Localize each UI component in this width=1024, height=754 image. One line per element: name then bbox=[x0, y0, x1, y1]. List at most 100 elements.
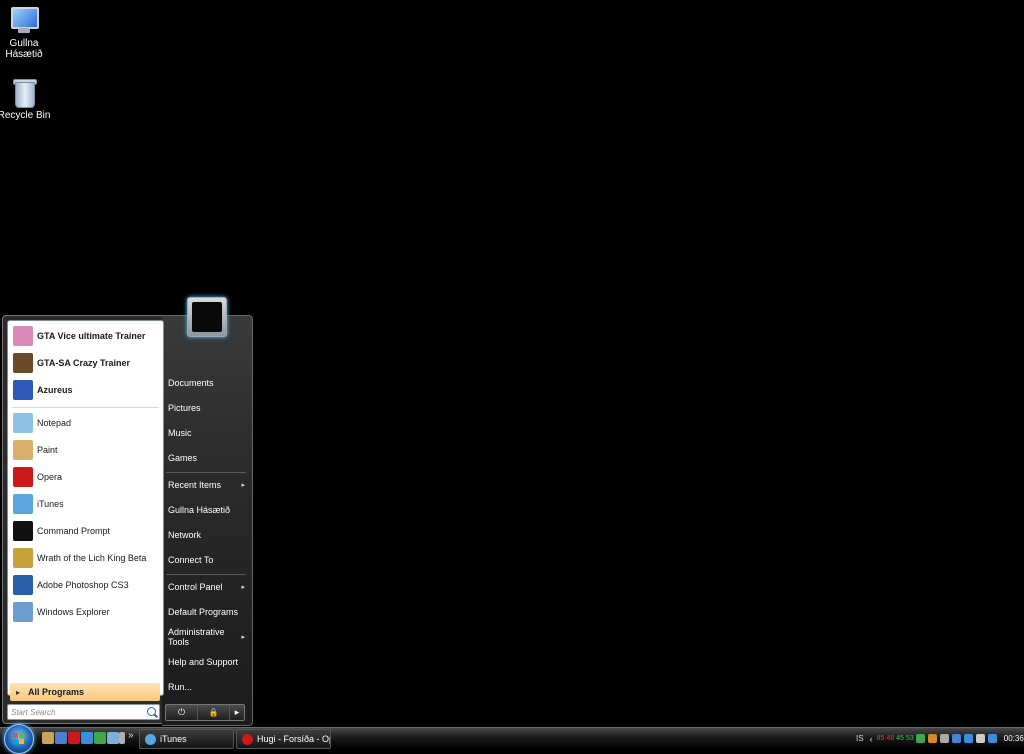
start-search-box[interactable] bbox=[7, 704, 160, 720]
gta-sa-icon bbox=[13, 353, 33, 373]
program-label: Opera bbox=[37, 472, 63, 482]
right-item-games[interactable]: Games bbox=[168, 447, 246, 469]
opera-icon bbox=[242, 733, 253, 745]
recent-program[interactable]: Windows Explorer bbox=[10, 599, 160, 625]
w-icon[interactable] bbox=[939, 734, 949, 743]
all-programs-label: All Programs bbox=[28, 687, 85, 697]
menu-separator bbox=[12, 407, 159, 408]
taskbar: » iTunes Hugi - Forsíða - Op... IS ‹ 85 … bbox=[0, 724, 1024, 754]
chevron-left-icon[interactable]: ‹ bbox=[870, 734, 873, 744]
right-item-label: Connect To bbox=[168, 555, 214, 565]
ie-icon[interactable] bbox=[81, 732, 93, 744]
fire-icon[interactable] bbox=[927, 734, 937, 743]
pinned-program[interactable]: GTA Vice ultimate Trainer bbox=[10, 323, 160, 349]
right-item-network[interactable]: Network bbox=[168, 524, 246, 546]
pinned-program[interactable]: GTA-SA Crazy Trainer bbox=[10, 350, 160, 376]
messenger-icon[interactable] bbox=[94, 732, 106, 744]
windows-logo-icon bbox=[13, 733, 25, 745]
recent-program[interactable]: Command Prompt bbox=[10, 518, 160, 544]
right-item-label: Network bbox=[168, 530, 202, 540]
desktop-icon-label: Gullna Hásætið bbox=[5, 38, 43, 60]
right-item-connect-to[interactable]: Connect To bbox=[168, 549, 246, 571]
right-item-label: Pictures bbox=[168, 403, 201, 413]
language-indicator[interactable]: IS bbox=[856, 734, 864, 743]
recent-program[interactable]: iTunes bbox=[10, 491, 160, 517]
power-controls: ⏻ 🔒 ▸ bbox=[165, 704, 245, 721]
pinned-program[interactable]: Azureus bbox=[10, 377, 160, 403]
program-label: GTA Vice ultimate Trainer bbox=[37, 331, 146, 341]
recent-program[interactable]: Notepad bbox=[10, 410, 160, 436]
program-label: GTA-SA Crazy Trainer bbox=[37, 358, 131, 368]
power-button[interactable]: ⏻ bbox=[166, 705, 198, 720]
chevron-right-icon: ▸ bbox=[241, 482, 245, 489]
security-icon[interactable] bbox=[963, 734, 973, 743]
show-desktop-icon[interactable] bbox=[42, 732, 54, 744]
desktop-icon-recycle-bin[interactable]: Recycle Bin bbox=[0, 76, 54, 121]
tray-counter[interactable]: 53 bbox=[906, 735, 914, 742]
taskbar-button-label: iTunes bbox=[160, 734, 187, 744]
right-item-label: Help and Support bbox=[168, 657, 239, 667]
recent-program[interactable]: Paint bbox=[10, 437, 160, 463]
right-item-user-folder[interactable]: Gullna Hásætið bbox=[168, 499, 246, 521]
program-label: Notepad bbox=[37, 418, 72, 428]
right-item-control-panel[interactable]: Control Panel ▸ bbox=[168, 576, 246, 598]
taskbar-button-label: Hugi - Forsíða - Op... bbox=[257, 734, 330, 744]
power-icon: ⏻ bbox=[177, 707, 186, 717]
program-label: Adobe Photoshop CS3 bbox=[37, 580, 129, 590]
right-item-documents[interactable]: Documents bbox=[168, 372, 246, 394]
right-item-recent-items[interactable]: Recent Items ▸ bbox=[168, 474, 246, 496]
ql-app-icon[interactable] bbox=[119, 732, 125, 744]
search-icon[interactable] bbox=[147, 707, 156, 716]
recent-program[interactable]: Wrath of the Lich King Beta bbox=[10, 545, 160, 571]
opera-icon bbox=[13, 467, 33, 487]
tray-counter[interactable]: 45 bbox=[896, 735, 904, 742]
desktop-icon-label: Recycle Bin bbox=[0, 110, 51, 121]
right-item-help-and-support[interactable]: Help and Support bbox=[168, 651, 246, 673]
start-search-input[interactable] bbox=[8, 705, 144, 720]
azureus-frog-icon bbox=[13, 380, 33, 400]
recent-program[interactable]: Opera bbox=[10, 464, 160, 490]
quick-launch-more-button[interactable]: » bbox=[128, 730, 134, 741]
right-item-label: Music bbox=[168, 428, 192, 438]
tray-counter[interactable]: 48 bbox=[886, 735, 894, 742]
notification-area: IS ‹ 85 48 45 53 00:36 bbox=[850, 728, 1024, 749]
shutdown-options-button[interactable]: ▸ bbox=[230, 705, 244, 720]
right-item-pictures[interactable]: Pictures bbox=[168, 397, 246, 419]
program-label: Azureus bbox=[37, 385, 73, 395]
right-item-run[interactable]: Run... bbox=[168, 676, 246, 698]
right-item-label: Gullna Hásætið bbox=[168, 505, 231, 515]
lock-icon: 🔒 bbox=[208, 708, 219, 717]
desktop-icon-computer[interactable]: Gullna Hásætið bbox=[0, 4, 54, 60]
right-item-label: Administrative Tools bbox=[168, 627, 225, 647]
start-button[interactable] bbox=[4, 724, 34, 754]
recent-program[interactable]: Adobe Photoshop CS3 bbox=[10, 572, 160, 598]
chevron-right-icon: ▸ bbox=[16, 687, 21, 697]
right-item-label: Control Panel bbox=[168, 582, 223, 592]
notepad-icon[interactable] bbox=[107, 732, 119, 744]
network-icon[interactable] bbox=[915, 734, 925, 743]
photoshop-icon bbox=[13, 575, 33, 595]
start-menu: GTA Vice ultimate Trainer GTA-SA Crazy T… bbox=[2, 297, 253, 726]
right-item-administrative-tools[interactable]: Administrative Tools ▸ bbox=[168, 626, 246, 648]
clock[interactable]: 00:36 bbox=[1004, 734, 1024, 743]
program-label: Paint bbox=[37, 445, 58, 455]
notepad-icon bbox=[13, 413, 33, 433]
connection-icon[interactable] bbox=[951, 734, 961, 743]
switch-windows-icon[interactable] bbox=[55, 732, 67, 744]
taskbar-button-itunes[interactable]: iTunes bbox=[139, 729, 234, 749]
right-item-default-programs[interactable]: Default Programs bbox=[168, 601, 246, 623]
right-item-music[interactable]: Music bbox=[168, 422, 246, 444]
menu-separator bbox=[166, 574, 246, 575]
right-item-label: Default Programs bbox=[168, 607, 239, 617]
all-programs-button[interactable]: ▸ All Programs bbox=[10, 683, 160, 701]
gta-vice-icon bbox=[13, 326, 33, 346]
taskbar-button-opera[interactable]: Hugi - Forsíða - Op... bbox=[236, 729, 331, 749]
opera-icon[interactable] bbox=[68, 732, 80, 744]
right-item-label: Games bbox=[168, 453, 198, 463]
tray-counter[interactable]: 85 bbox=[877, 735, 885, 742]
user-picture[interactable] bbox=[187, 297, 227, 337]
display-icon[interactable] bbox=[987, 734, 997, 743]
lock-button[interactable]: 🔒 bbox=[198, 705, 230, 720]
menu-separator bbox=[166, 472, 246, 473]
volume-icon[interactable] bbox=[975, 734, 985, 743]
